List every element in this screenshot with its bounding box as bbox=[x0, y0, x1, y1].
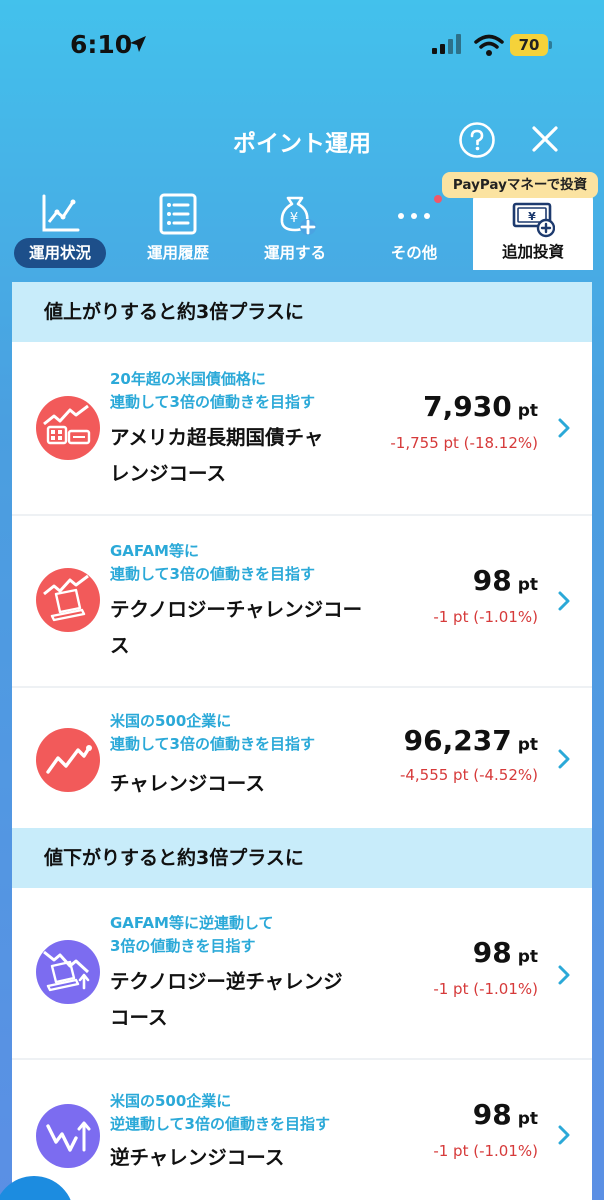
course-name: チャレンジコース bbox=[110, 772, 265, 795]
chevron-right-icon bbox=[558, 418, 570, 438]
course-subtitle: 米国の500企業に 連動して3倍の値動きを目指す bbox=[110, 712, 315, 753]
course-points: 98 pt bbox=[473, 1098, 538, 1131]
cellular-signal-icon bbox=[432, 34, 461, 54]
more-dots-icon bbox=[398, 213, 430, 219]
points-unit: pt bbox=[517, 735, 538, 755]
tech-laptop-inverse-icon bbox=[36, 940, 100, 1004]
yen-bill-plus-icon: ¥ bbox=[512, 202, 555, 238]
section-header-up: 値上がりすると約3倍プラスに bbox=[12, 282, 592, 342]
course-points: 96,237 pt bbox=[404, 724, 538, 757]
chevron-right-icon bbox=[558, 965, 570, 985]
list-icon bbox=[159, 193, 197, 235]
course-card-technology-inverse[interactable]: GAFAM等に逆連動して 3倍の値動きを目指す テクノロジー逆チャレンジ コース… bbox=[12, 888, 592, 1058]
course-points: 7,930 pt bbox=[423, 390, 538, 423]
course-subtitle: 20年超の米国債価格に 連動して3倍の値動きを目指す bbox=[110, 370, 315, 411]
course-card-inverse-challenge[interactable]: 米国の500企業に 逆連動して3倍の値動きを目指す 逆チャレンジコース 98 pt… bbox=[12, 1060, 592, 1200]
rising-line-icon bbox=[36, 728, 100, 792]
tab-status[interactable]: 運用状況 bbox=[10, 186, 110, 270]
course-change: -4,555 pt (-4.52%) bbox=[399, 766, 538, 784]
course-name: テクノロジーチャレンジコー ス bbox=[110, 598, 363, 657]
points-value: 98 bbox=[472, 564, 512, 597]
falling-line-icon bbox=[36, 1104, 100, 1168]
tab-label: 運用する bbox=[263, 244, 326, 262]
tab-label: 運用履歴 bbox=[146, 244, 209, 262]
course-points: 98 pt bbox=[473, 936, 538, 969]
battery-level: 70 bbox=[510, 34, 548, 56]
tab-history[interactable]: 運用履歴 bbox=[128, 186, 228, 270]
battery-cap bbox=[549, 41, 552, 49]
notification-dot bbox=[434, 195, 442, 203]
section-header-down: 値下がりすると約3倍プラスに bbox=[12, 828, 592, 888]
wifi-icon bbox=[474, 34, 504, 56]
points-value: 7,930 bbox=[423, 390, 512, 423]
svg-text:¥: ¥ bbox=[290, 211, 298, 226]
course-subtitle: GAFAM等に 連動して3倍の値動きを目指す bbox=[110, 542, 315, 583]
course-subtitle: 米国の500企業に 逆連動して3倍の値動きを目指す bbox=[110, 1092, 330, 1133]
points-unit: pt bbox=[517, 401, 538, 421]
location-arrow-icon bbox=[130, 36, 146, 52]
course-card-us-long-bond[interactable]: 20年超の米国債価格に 連動して3倍の値動きを目指す アメリカ超長期国債チャ レ… bbox=[12, 342, 592, 514]
points-value: 96,237 bbox=[403, 724, 512, 757]
course-name: テクノロジー逆チャレンジ コース bbox=[110, 970, 343, 1029]
course-list-panel: 値上がりすると約3倍プラスに 20年超の米国債価格に 連動して3倍の値動きを目指… bbox=[12, 282, 592, 1200]
chevron-right-icon bbox=[558, 591, 570, 611]
course-change: -1 pt (-1.01%) bbox=[433, 608, 538, 626]
status-time: 6:10 bbox=[70, 30, 133, 59]
us-bond-chart-icon bbox=[36, 396, 100, 460]
svg-text:¥: ¥ bbox=[528, 210, 536, 223]
tab-other[interactable]: その他 bbox=[364, 186, 464, 270]
points-unit: pt bbox=[517, 1109, 538, 1129]
status-bar: 6:10 70 bbox=[0, 0, 604, 92]
paypay-money-badge: PayPayマネーで投資 bbox=[442, 172, 598, 198]
points-unit: pt bbox=[517, 947, 538, 967]
course-change: -1 pt (-1.01%) bbox=[433, 980, 538, 998]
chevron-right-icon bbox=[558, 1125, 570, 1145]
yen-bag-plus-icon: ¥ bbox=[280, 196, 316, 235]
course-change: -1 pt (-1.01%) bbox=[433, 1142, 538, 1160]
course-points: 98 pt bbox=[473, 564, 538, 597]
line-chart-icon bbox=[42, 194, 80, 232]
course-change: -1,755 pt (-18.12%) bbox=[390, 434, 538, 452]
course-card-challenge[interactable]: 米国の500企業に 連動して3倍の値動きを目指す チャレンジコース 96,237… bbox=[12, 688, 592, 828]
chevron-right-icon bbox=[558, 749, 570, 769]
points-value: 98 bbox=[472, 936, 512, 969]
course-card-technology[interactable]: GAFAM等に 連動して3倍の値動きを目指す テクノロジーチャレンジコー ス 9… bbox=[12, 516, 592, 686]
page-title: ポイント運用 bbox=[233, 131, 371, 157]
tab-additional-investment[interactable]: ¥ 追加投資 bbox=[473, 190, 593, 270]
tab-invest[interactable]: ¥ 運用する bbox=[245, 186, 345, 270]
tab-label: その他 bbox=[390, 244, 438, 262]
tech-laptop-chart-icon bbox=[36, 568, 100, 632]
close-icon[interactable] bbox=[530, 124, 560, 154]
tab-label: 運用状況 bbox=[28, 244, 91, 262]
points-value: 98 bbox=[472, 1098, 512, 1131]
help-icon[interactable] bbox=[458, 121, 496, 159]
course-name: 逆チャレンジコース bbox=[110, 1146, 285, 1169]
points-unit: pt bbox=[517, 575, 538, 595]
course-name: アメリカ超長期国債チャ レンジコース bbox=[110, 426, 324, 485]
tab-label: 追加投資 bbox=[501, 243, 564, 261]
course-subtitle: GAFAM等に逆連動して 3倍の値動きを目指す bbox=[110, 914, 274, 955]
